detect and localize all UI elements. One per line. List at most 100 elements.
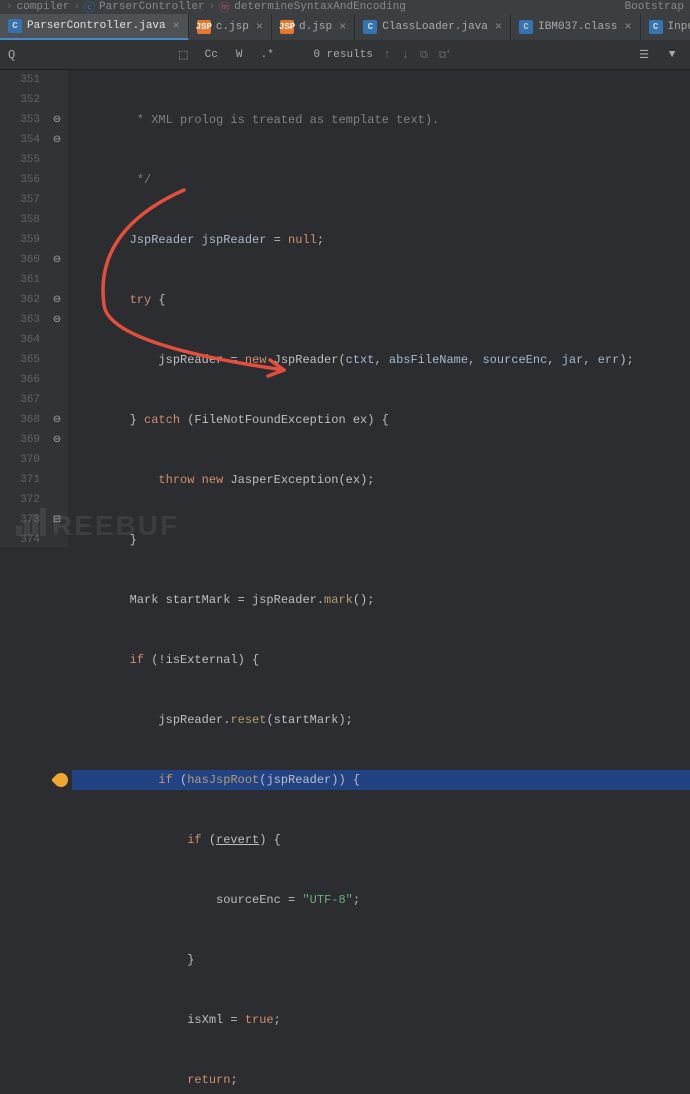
file-type-icon: JSP bbox=[197, 20, 211, 34]
code-line: if (revert) { bbox=[72, 830, 690, 850]
code-line: jspReader = new JspReader(ctxt, absFileN… bbox=[72, 350, 690, 370]
breadcrumb-folder[interactable]: compiler bbox=[17, 1, 70, 13]
fold-toggle-icon[interactable]: ⊖ bbox=[50, 313, 64, 327]
code-line: jspReader.reset(startMark); bbox=[72, 710, 690, 730]
code-line: sourceEnc = "UTF-8"; bbox=[72, 890, 690, 910]
fold-toggle-icon[interactable]: ⊖ bbox=[50, 133, 64, 147]
tab-label: ClassLoader.java bbox=[382, 21, 488, 33]
find-options-icon[interactable]: ☰ bbox=[634, 45, 654, 65]
close-icon[interactable]: × bbox=[171, 19, 180, 33]
close-icon[interactable]: × bbox=[622, 20, 631, 34]
breadcrumb-class-icon: ⓒ bbox=[84, 0, 95, 14]
editor-area: 3513523533543553563573583593603613623633… bbox=[0, 70, 690, 547]
find-bar: Q ⬚ Cc W .* 0 results ↑ ↓ ⧉ ⧉⁺ ☰ ▼ bbox=[0, 40, 690, 70]
code-line-highlighted: if (hasJspRoot(jspReader)) { bbox=[72, 770, 690, 790]
editor-tab[interactable]: C IBM037.class × bbox=[511, 14, 640, 40]
line-number[interactable]: 371 bbox=[0, 470, 40, 490]
next-match-icon[interactable]: ↓ bbox=[400, 47, 412, 62]
code-line: } catch (FileNotFoundException ex) { bbox=[72, 410, 690, 430]
line-number[interactable]: 363 bbox=[0, 310, 40, 330]
editor-tab[interactable]: JSP c.jsp × bbox=[189, 14, 272, 40]
code-line: } bbox=[72, 950, 690, 970]
prev-match-icon[interactable]: ↑ bbox=[381, 47, 393, 62]
chevron-right-icon: › bbox=[6, 1, 13, 13]
tab-label: c.jsp bbox=[216, 21, 249, 33]
editor-tab[interactable]: C ParserController.java × bbox=[0, 14, 189, 40]
close-icon[interactable]: × bbox=[337, 20, 346, 34]
code-line: if (!isExternal) { bbox=[72, 650, 690, 670]
select-all-icon[interactable]: ⧉ bbox=[418, 50, 430, 62]
watermark: REEBUF bbox=[16, 508, 179, 543]
editor-tabs: C ParserController.java × JSP c.jsp × JSP d.jsp… bbox=[0, 14, 690, 40]
line-number[interactable]: 353 bbox=[0, 110, 40, 130]
tab-label: InputStreamReader.java bbox=[668, 21, 690, 33]
line-number[interactable]: 356 bbox=[0, 170, 40, 190]
file-type-icon: C bbox=[649, 20, 663, 34]
fold-toggle-icon[interactable]: ⊖ bbox=[50, 293, 64, 307]
chevron-right-icon: › bbox=[209, 1, 216, 13]
code-line: throw new JasperException(ex); bbox=[72, 470, 690, 490]
fold-toggle-icon[interactable]: ⊖ bbox=[50, 253, 64, 267]
code-content[interactable]: * XML prolog is treated as template text… bbox=[68, 70, 690, 547]
whole-word-toggle[interactable]: W bbox=[229, 45, 249, 65]
tab-label: ParserController.java bbox=[27, 20, 166, 32]
tab-label: d.jsp bbox=[299, 21, 332, 33]
line-number[interactable]: 368 bbox=[0, 410, 40, 430]
fold-toggle-icon[interactable]: ⊖ bbox=[50, 433, 64, 447]
code-line: isXml = true; bbox=[72, 1010, 690, 1030]
line-number[interactable]: 364 bbox=[0, 330, 40, 350]
code-line: JspReader jspReader = null; bbox=[72, 230, 690, 250]
results-count: 0 results bbox=[313, 49, 373, 61]
chevron-right-icon: › bbox=[73, 1, 80, 13]
line-number[interactable]: 367 bbox=[0, 390, 40, 410]
search-icon[interactable]: Q bbox=[8, 48, 15, 62]
line-number[interactable]: 372 bbox=[0, 490, 40, 510]
breadcrumb-class[interactable]: ParserController bbox=[99, 1, 205, 13]
file-type-icon: C bbox=[363, 20, 377, 34]
line-number[interactable]: 370 bbox=[0, 450, 40, 470]
regex-toggle[interactable]: .* bbox=[257, 45, 277, 65]
fold-toggle-icon[interactable]: ⊖ bbox=[50, 413, 64, 427]
editor-tab[interactable]: C ClassLoader.java × bbox=[355, 14, 511, 40]
code-line: * XML prolog is treated as template text… bbox=[72, 110, 690, 130]
code-line: */ bbox=[72, 170, 690, 190]
tab-label: IBM037.class bbox=[538, 21, 617, 33]
line-number[interactable]: 361 bbox=[0, 270, 40, 290]
line-number[interactable]: 369 bbox=[0, 430, 40, 450]
prev-icon[interactable]: ⬚ bbox=[173, 45, 193, 65]
line-number[interactable]: 357 bbox=[0, 190, 40, 210]
intention-bulb-icon[interactable] bbox=[51, 770, 71, 790]
gutter-marks: ⊖ ⊖ ⊖ ⊖ ⊖ ⊖ ⊖ ⊟ bbox=[48, 70, 68, 547]
line-number[interactable]: 355 bbox=[0, 150, 40, 170]
breadcrumb-method[interactable]: determineSyntaxAndEncoding bbox=[234, 1, 406, 13]
line-number[interactable]: 360 bbox=[0, 250, 40, 270]
line-number[interactable]: 354 bbox=[0, 130, 40, 150]
breadcrumb-method-icon: ⓜ bbox=[219, 0, 230, 14]
line-number[interactable]: 366 bbox=[0, 370, 40, 390]
line-number[interactable]: 352 bbox=[0, 90, 40, 110]
add-selection-icon[interactable]: ⧉⁺ bbox=[437, 50, 453, 62]
line-number[interactable]: 358 bbox=[0, 210, 40, 230]
match-case-toggle[interactable]: Cc bbox=[201, 45, 221, 65]
file-type-icon: C bbox=[519, 20, 533, 34]
line-number[interactable]: 365 bbox=[0, 350, 40, 370]
close-icon[interactable]: × bbox=[254, 20, 263, 34]
close-icon[interactable]: × bbox=[493, 20, 502, 34]
watermark-text: REEBUF bbox=[52, 510, 179, 542]
filter-icon[interactable]: ▼ bbox=[662, 45, 682, 65]
file-type-icon: C bbox=[8, 19, 22, 33]
code-line: Mark startMark = jspReader.mark(); bbox=[72, 590, 690, 610]
line-number[interactable]: 359 bbox=[0, 230, 40, 250]
line-number-gutter: 3513523533543553563573583593603613623633… bbox=[0, 70, 48, 547]
breadcrumb: › compiler › ⓒ ParserController › ⓜ dete… bbox=[0, 0, 690, 14]
code-line: return; bbox=[72, 1070, 690, 1090]
file-type-icon: JSP bbox=[280, 20, 294, 34]
breadcrumb-right[interactable]: Bootstrap bbox=[625, 1, 684, 13]
line-number[interactable]: 351 bbox=[0, 70, 40, 90]
fold-toggle-icon[interactable]: ⊖ bbox=[50, 113, 64, 127]
editor-tab[interactable]: CInputStreamReader.java× bbox=[641, 14, 690, 40]
code-line: try { bbox=[72, 290, 690, 310]
search-input[interactable] bbox=[23, 49, 165, 61]
line-number[interactable]: 362 bbox=[0, 290, 40, 310]
editor-tab[interactable]: JSP d.jsp × bbox=[272, 14, 355, 40]
